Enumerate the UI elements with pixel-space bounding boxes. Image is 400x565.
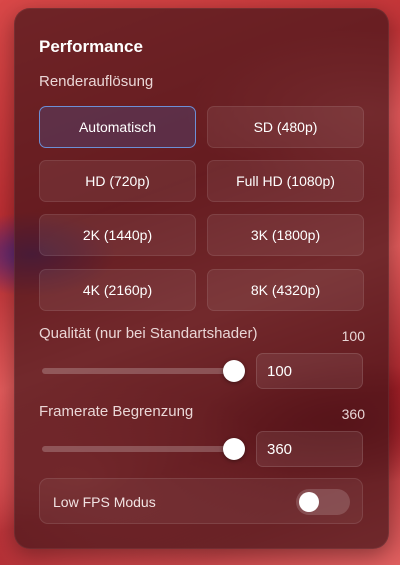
quality-value-readout: 100 [341,328,365,344]
framerate-slider-thumb[interactable] [223,438,245,460]
low-fps-label: Low FPS Modus [53,494,156,510]
resolution-option-sd[interactable]: SD (480p) [207,106,364,148]
framerate-input[interactable] [256,431,363,467]
low-fps-toggle[interactable] [296,489,350,515]
panel-title: Performance [39,37,143,56]
resolution-option-full-hd[interactable]: Full HD (1080p) [207,160,364,202]
quality-input[interactable] [256,353,363,389]
performance-panel: Performance Renderauflösung Automatisch … [14,8,389,549]
resolution-option-2k[interactable]: 2K (1440p) [39,214,196,256]
resolution-option-3k[interactable]: 3K (1800p) [207,214,364,256]
framerate-slider-track[interactable] [42,438,245,460]
quality-slider-thumb[interactable] [223,360,245,382]
quality-slider-track[interactable] [42,360,245,382]
low-fps-row: Low FPS Modus [39,478,363,524]
resolution-option-8k[interactable]: 8K (4320p) [207,269,364,311]
quality-label: Qualität (nur bei Standartshader) [39,325,258,342]
resolution-option-4k[interactable]: 4K (2160p) [39,269,196,311]
framerate-value-readout: 360 [341,406,365,422]
resolution-option-hd[interactable]: HD (720p) [39,160,196,202]
render-resolution-label: Renderauflösung [39,73,154,90]
low-fps-toggle-knob [299,492,319,512]
resolution-option-auto[interactable]: Automatisch [39,106,196,148]
framerate-label: Framerate Begrenzung [39,403,194,420]
